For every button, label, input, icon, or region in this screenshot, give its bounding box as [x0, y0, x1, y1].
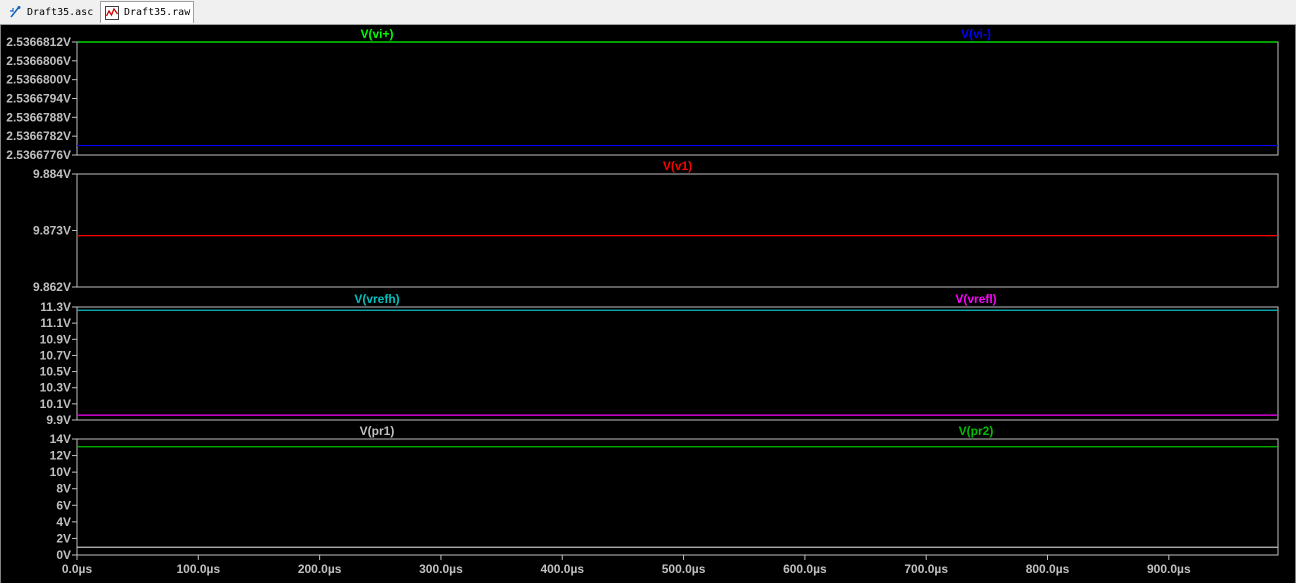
y-tick-label: 2.5366788V	[6, 110, 71, 124]
series-label: V(vrefl)	[955, 292, 996, 306]
y-tick-label: 10.3V	[40, 381, 71, 395]
y-tick-label: 2V	[56, 531, 71, 545]
y-tick-label: 2.5366806V	[6, 54, 71, 68]
y-tick-label: 6V	[56, 498, 71, 512]
x-tick-label: 300.0µs	[419, 562, 463, 576]
y-tick-label: 2.5366776V	[6, 148, 71, 162]
y-tick-label: 9.873V	[33, 224, 71, 238]
y-tick-label: 11.3V	[40, 300, 71, 314]
y-tick-label: 0V	[56, 548, 71, 562]
tab-schematic-label: Draft35.asc	[27, 6, 94, 18]
tab-schematic[interactable]: Draft35.asc	[4, 2, 100, 22]
schematic-icon	[8, 5, 22, 19]
series-label: V(pr2)	[959, 424, 994, 438]
y-tick-label: 12V	[50, 449, 71, 463]
plot-pane-3-frame	[76, 306, 1279, 421]
series-label: V(vi-)	[961, 27, 991, 41]
x-tick-label: 400.0µs	[540, 562, 584, 576]
y-tick-label: 11.1V	[40, 316, 71, 330]
y-tick-label: 10.1V	[40, 397, 71, 411]
x-tick-label: 200.0µs	[298, 562, 342, 576]
y-tick-label: 14V	[50, 432, 71, 446]
y-tick-label: 8V	[56, 482, 71, 496]
waveform-icon	[105, 5, 119, 20]
tab-waveform[interactable]: Draft35.raw	[100, 1, 194, 23]
plot-pane-2-frame	[76, 173, 1279, 288]
x-tick-label: 0.0µs	[62, 562, 93, 576]
y-tick-label: 9.9V	[46, 413, 71, 427]
y-tick-label: 2.5366800V	[6, 73, 71, 87]
tab-bar: Draft35.asc Draft35.raw	[0, 0, 1296, 25]
series-label: V(pr1)	[360, 424, 395, 438]
tab-waveform-label: Draft35.raw	[124, 7, 191, 18]
y-tick-label: 9.884V	[33, 167, 71, 181]
x-tick-label: 800.0µs	[1026, 562, 1070, 576]
y-tick-label: 9.862V	[33, 280, 71, 294]
plot-pane-4-frame	[76, 438, 1279, 556]
x-tick-label: 500.0µs	[662, 562, 706, 576]
x-tick-label: 600.0µs	[783, 562, 827, 576]
y-tick-label: 2.5366794V	[6, 92, 71, 106]
y-tick-label: 10V	[50, 465, 71, 479]
x-tick-label: 100.0µs	[177, 562, 221, 576]
waveform-viewer[interactable]: 2.5366812V 2.5366806V 2.5366800V 2.5366794V…	[0, 25, 1296, 583]
y-tick-label: 10.5V	[40, 365, 71, 379]
series-label: V(v1)	[663, 159, 692, 173]
x-tick-label: 900.0µs	[1147, 562, 1191, 576]
y-tick-label: 4V	[56, 515, 71, 529]
plot-area[interactable]: 2.5366812V 2.5366806V 2.5366800V 2.5366794V…	[1, 25, 1295, 583]
series-label: V(vi+)	[360, 27, 393, 41]
y-tick-label: 2.5366782V	[6, 129, 71, 143]
series-label: V(vrefh)	[354, 292, 399, 306]
x-tick-label: 700.0µs	[904, 562, 948, 576]
y-tick-label: 2.5366812V	[6, 35, 71, 49]
plot-pane-1-frame	[76, 41, 1279, 156]
y-tick-label: 10.9V	[40, 332, 71, 346]
y-tick-label: 10.7V	[40, 348, 71, 362]
